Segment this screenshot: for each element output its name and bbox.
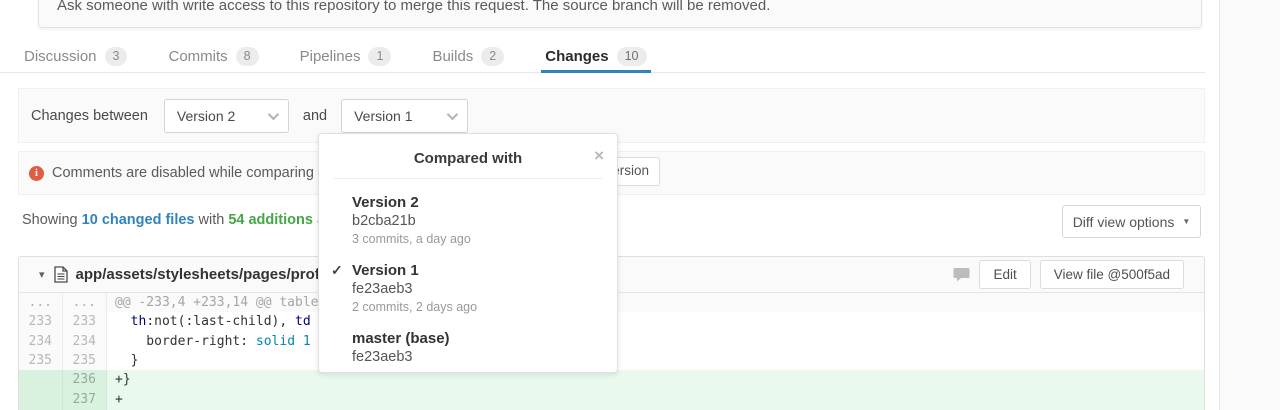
- dropdown-title: Compared with: [319, 134, 617, 167]
- version-sha: fe23aeb3: [352, 348, 601, 367]
- version-from-select[interactable]: Version 2: [164, 99, 289, 133]
- code-token: border-right:: [115, 334, 256, 349]
- comment-icon[interactable]: [953, 267, 970, 282]
- version-to-value: Version 1: [354, 108, 412, 124]
- diff-row: 237 +: [19, 390, 1204, 409]
- edit-button[interactable]: Edit: [979, 260, 1030, 289]
- old-line-number[interactable]: [19, 390, 63, 409]
- version-from-value: Version 2: [177, 108, 235, 124]
- merge-notice-text: Ask someone with write access to this re…: [57, 0, 770, 14]
- merge-request-changes-page: Ask someone with write access to this re…: [0, 0, 1280, 410]
- version-meta: 2 commits, 2 days ago: [352, 299, 601, 316]
- code-line: +}: [107, 370, 1204, 389]
- code-token: :not(:last-child),: [146, 314, 295, 329]
- new-line-number[interactable]: 234: [63, 332, 107, 351]
- tab-list: Discussion 3 Commits 8 Pipelines 1 Builds 2 Chan…: [0, 40, 1205, 73]
- old-line-number[interactable]: 233: [19, 312, 63, 331]
- code-token: th: [131, 314, 147, 329]
- tab-builds[interactable]: Builds 2: [430, 40, 506, 72]
- code-token: +}: [115, 372, 131, 387]
- code-token: +: [115, 392, 123, 407]
- tab-count-badge: 3: [105, 47, 128, 66]
- chevron-down-icon: [447, 108, 458, 119]
- version-list: ✓Version 2b2cba21b3 commits, a day ago✓V…: [319, 179, 617, 367]
- code-token: }: [115, 353, 138, 368]
- code-token: @@ -233,4 +233,14 @@ table: [115, 295, 319, 310]
- tab-count-badge: 10: [617, 47, 647, 66]
- new-line-number[interactable]: 236: [63, 370, 107, 389]
- new-line-number[interactable]: 233: [63, 312, 107, 331]
- tab-label: Builds: [432, 48, 473, 65]
- summary-prefix: Showing: [22, 212, 82, 228]
- caret-down-icon: ▼: [1182, 217, 1190, 226]
- merge-notice-panel: Ask someone with write access to this re…: [38, 0, 1202, 28]
- check-icon: ✓: [331, 262, 343, 279]
- code-line: @@ -233,4 +233,14 @@ table: [107, 293, 1204, 312]
- code-line: th:not(:last-child), td: [107, 312, 1204, 331]
- version-option[interactable]: ✓Version 1fe23aeb32 commits, 2 days ago: [352, 261, 601, 316]
- chevron-down-icon: [268, 108, 279, 119]
- version-name: master (base): [352, 329, 601, 348]
- summary-middle: with: [194, 212, 228, 228]
- diff-row: 236 +}: [19, 370, 1204, 389]
- tab-commits[interactable]: Commits 8: [166, 40, 260, 72]
- info-icon: i: [29, 166, 44, 181]
- file-path[interactable]: app/assets/stylesheets/pages/profile: [76, 266, 337, 283]
- tab-count-badge: 2: [481, 47, 504, 66]
- old-line-number[interactable]: [19, 370, 63, 389]
- tab-label: Discussion: [24, 48, 97, 65]
- version-to-select[interactable]: Version 1: [341, 99, 468, 133]
- code-line: border-right: solid 1: [107, 332, 1204, 351]
- version-name: Version 2: [352, 193, 601, 212]
- tab-count-badge: 8: [236, 47, 259, 66]
- version-name: Version 1: [352, 261, 601, 280]
- collapse-caret-icon[interactable]: ▾: [39, 268, 45, 281]
- version-option[interactable]: ✓master (base)fe23aeb3: [352, 329, 601, 367]
- new-line-number[interactable]: 235: [63, 351, 107, 370]
- view-file-button[interactable]: View file @500f5ad: [1040, 260, 1184, 289]
- old-line-number[interactable]: 235: [19, 351, 63, 370]
- changed-files-link[interactable]: 10 changed files: [82, 212, 195, 228]
- version-sha: b2cba21b: [352, 212, 601, 231]
- old-line-number[interactable]: ...: [19, 293, 63, 312]
- diff-summary: Showing 10 changed files with 54 additio…: [22, 212, 341, 228]
- diff-file-actions: Edit View file @500f5ad: [953, 260, 1184, 289]
- diff-view-options-button[interactable]: Diff view options ▼: [1062, 205, 1201, 238]
- changes-between-label: Changes between: [31, 108, 148, 124]
- old-line-number[interactable]: 234: [19, 332, 63, 351]
- close-icon[interactable]: ×: [594, 147, 604, 164]
- version-sha: fe23aeb3: [352, 280, 601, 299]
- tab-label: Changes: [545, 48, 608, 65]
- and-label: and: [303, 108, 327, 124]
- code-token: td: [295, 314, 311, 329]
- tab-pipelines[interactable]: Pipelines 1: [298, 40, 394, 72]
- diff-view-options-label: Diff view options: [1073, 214, 1175, 230]
- tab-count-badge: 1: [368, 47, 391, 66]
- tab-changes[interactable]: Changes 10: [543, 40, 648, 72]
- version-option[interactable]: ✓Version 2b2cba21b3 commits, a day ago: [352, 193, 601, 248]
- new-line-number[interactable]: 237: [63, 390, 107, 409]
- new-line-number[interactable]: ...: [63, 293, 107, 312]
- additions-count: 54 additions: [228, 212, 313, 228]
- body-gutter: [1219, 0, 1280, 410]
- code-line: }: [107, 351, 1204, 370]
- code-line: +: [107, 390, 1204, 409]
- tab-discussion[interactable]: Discussion 3: [22, 40, 129, 72]
- code-token: solid 1: [256, 334, 311, 349]
- tab-label: Pipelines: [300, 48, 361, 65]
- file-icon: [54, 266, 68, 283]
- tab-label: Commits: [168, 48, 227, 65]
- comments-disabled-text: Comments are disabled while comparing tw: [52, 165, 332, 181]
- version-meta: 3 commits, a day ago: [352, 231, 601, 248]
- code-token: [115, 314, 131, 329]
- compared-with-dropdown: Compared with × ✓Version 2b2cba21b3 comm…: [318, 133, 618, 373]
